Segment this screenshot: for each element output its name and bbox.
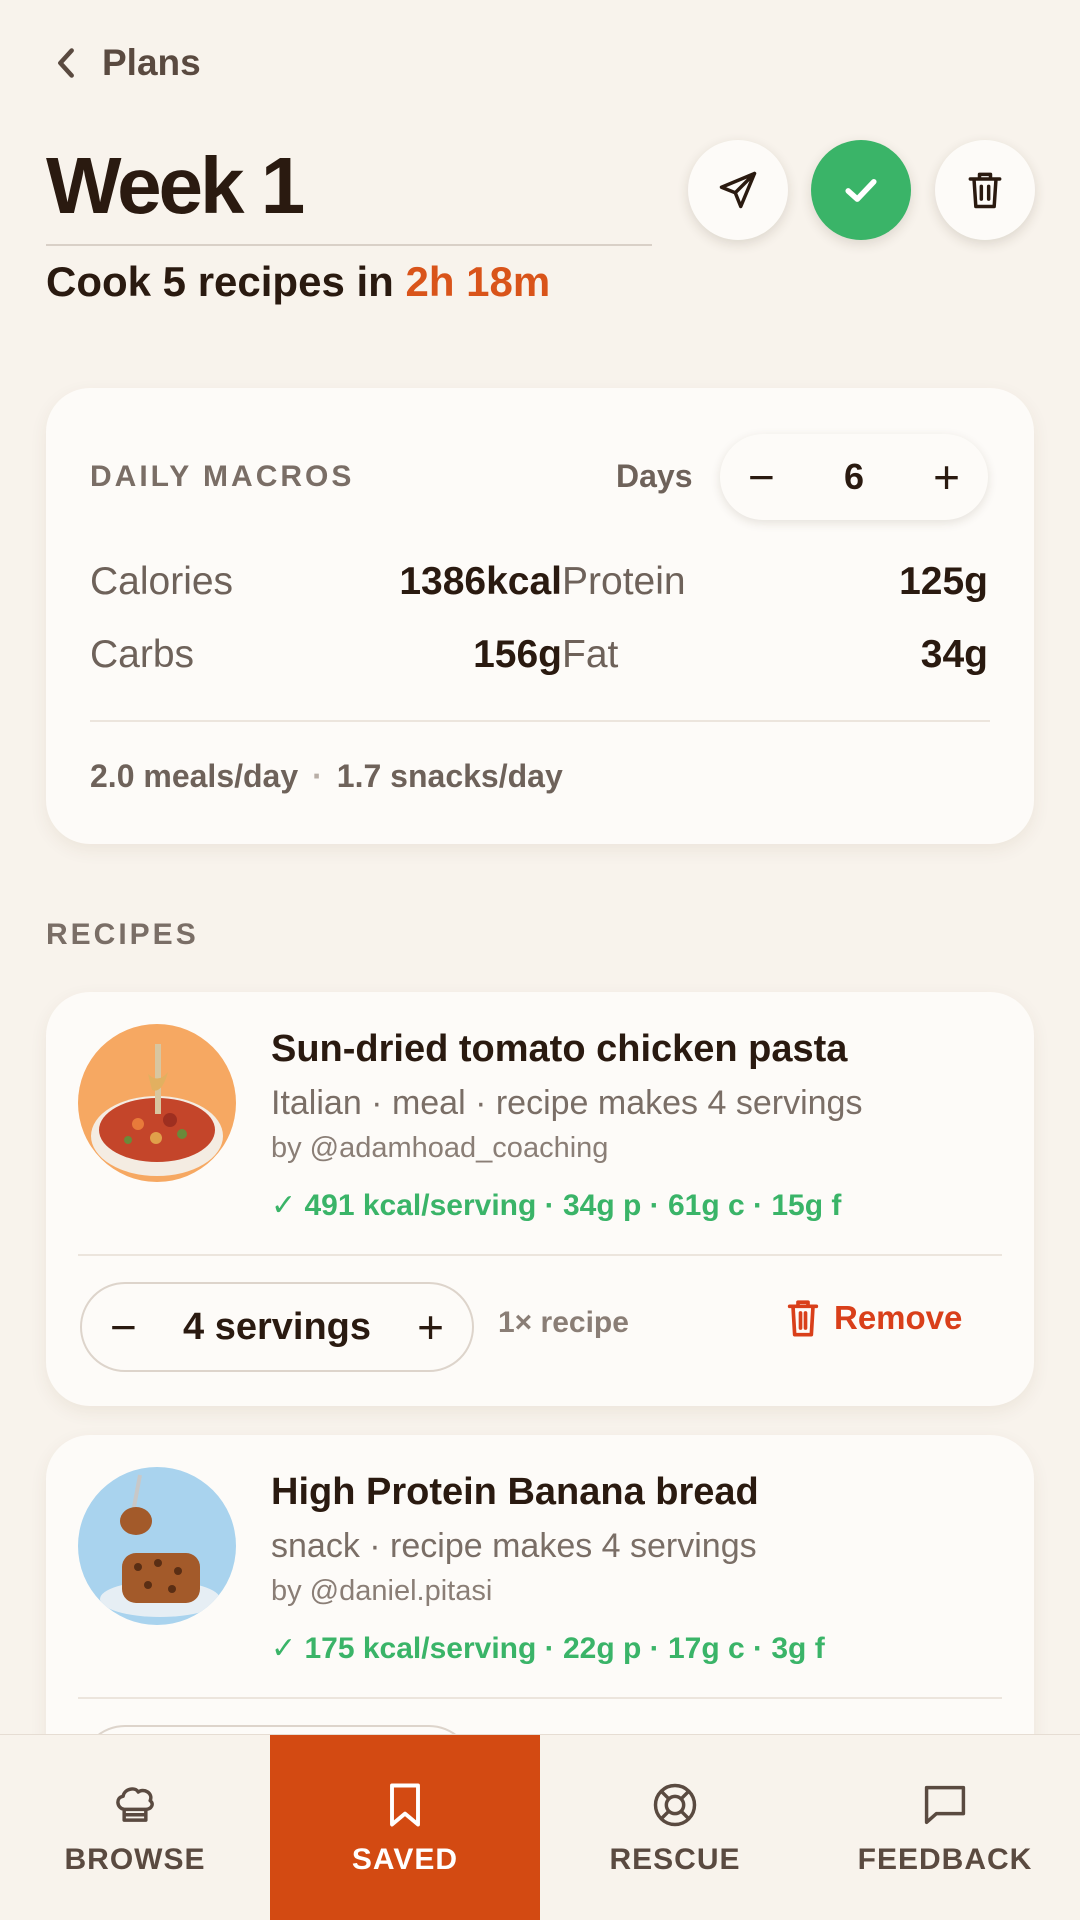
tab-browse[interactable]: BROWSE	[0, 1735, 270, 1920]
chef-hat-icon	[116, 1786, 154, 1822]
macro-value: 156g	[473, 633, 562, 676]
macro-carbs: Carbs 156g	[90, 633, 562, 683]
recipe-image	[78, 1024, 236, 1182]
daily-macros-card: DAILY MACROS Days − 6 + Calories 1386kca…	[46, 388, 1034, 844]
recipe-divider	[78, 1697, 1002, 1699]
servings-value: 4 servings	[183, 1305, 371, 1348]
lifebuoy-icon	[653, 1783, 697, 1826]
tab-label: SAVED	[351, 1842, 459, 1876]
recipe-meta: snack · recipe makes 4 servings	[271, 1527, 757, 1565]
recipe-multiplier: 1× recipe	[498, 1306, 629, 1339]
macro-value: 125g	[899, 560, 988, 603]
send-icon	[719, 171, 757, 209]
separator-dot: ·	[312, 758, 323, 794]
bookmark-icon	[390, 1783, 420, 1826]
increase-days-button[interactable]: +	[933, 454, 960, 500]
macros-heading: DAILY MACROS	[90, 460, 355, 493]
recipe-author: by @daniel.pitasi	[271, 1575, 493, 1607]
recipe-author: by @adamhoad_coaching	[271, 1132, 609, 1164]
trash-icon	[968, 172, 1002, 209]
days-value: 6	[843, 456, 865, 497]
macro-label: Fat	[562, 633, 619, 676]
share-button[interactable]	[688, 140, 788, 240]
decrease-servings-button[interactable]: −	[110, 1304, 137, 1350]
servings-stepper: − 4 servings +	[80, 1282, 474, 1372]
chevron-left-icon	[58, 48, 74, 78]
tab-saved[interactable]: SAVED	[270, 1735, 540, 1920]
macros-divider	[90, 720, 990, 722]
tab-label: RESCUE	[609, 1842, 741, 1876]
tab-feedback[interactable]: FEEDBACK	[810, 1735, 1080, 1920]
remove-label: Remove	[834, 1299, 963, 1336]
days-stepper: − 6 +	[720, 434, 988, 520]
macro-label: Calories	[90, 560, 234, 603]
recipe-card[interactable]: Sun-dried tomato chicken pasta Italian ·…	[46, 992, 1034, 1406]
delete-plan-button[interactable]	[935, 140, 1035, 240]
macro-label: Carbs	[90, 633, 195, 676]
subtitle-prefix: Cook 5 recipes in	[46, 258, 406, 305]
macro-value: 34g	[920, 633, 988, 676]
tab-rescue[interactable]: RESCUE	[540, 1735, 810, 1920]
recipe-meta: Italian · meal · recipe makes 4 servings	[271, 1084, 863, 1122]
bottom-tab-bar: BROWSE SAVED RESCUE FEEDBACK	[0, 1734, 1080, 1920]
check-icon	[845, 179, 877, 202]
recipe-divider	[78, 1254, 1002, 1256]
meals-summary: 2.0 meals/day · 1.7 snacks/day	[90, 758, 563, 795]
macro-fat: Fat 34g	[562, 633, 988, 683]
plan-subtitle: Cook 5 recipes in 2h 18m	[46, 258, 550, 306]
recipe-name[interactable]: High Protein Banana bread	[271, 1471, 759, 1514]
tab-label: BROWSE	[64, 1842, 206, 1876]
macro-calories: Calories 1386kcal	[90, 560, 562, 610]
back-label: Plans	[102, 42, 201, 83]
message-icon	[924, 1785, 966, 1824]
recipe-image	[78, 1467, 236, 1625]
macro-protein: Protein 125g	[562, 560, 988, 610]
meals-per-day: 2.0 meals/day	[90, 758, 299, 794]
macro-label: Protein	[562, 560, 686, 603]
recipe-name[interactable]: Sun-dried tomato chicken pasta	[271, 1028, 847, 1071]
cook-time: 2h 18m	[405, 258, 551, 305]
recipe-nutrition: ✓ 491 kcal/serving · 34g p · 61g c · 15g…	[271, 1189, 842, 1222]
complete-button[interactable]	[811, 140, 911, 240]
recipe-nutrition: ✓ 175 kcal/serving · 22g p · 17g c · 3g …	[271, 1632, 825, 1665]
increase-servings-button[interactable]: +	[417, 1304, 444, 1350]
macro-value: 1386kcal	[399, 560, 562, 603]
snacks-per-day: 1.7 snacks/day	[336, 758, 563, 794]
recipes-heading: RECIPES	[46, 918, 199, 951]
page-title: Week 1	[46, 140, 652, 246]
back-link[interactable]: Plans	[52, 42, 201, 84]
decrease-days-button[interactable]: −	[748, 454, 775, 500]
tab-label: FEEDBACK	[857, 1842, 1033, 1876]
days-label: Days	[616, 458, 693, 494]
remove-recipe-button[interactable]: Remove	[786, 1298, 962, 1338]
trash-icon	[787, 1300, 819, 1337]
